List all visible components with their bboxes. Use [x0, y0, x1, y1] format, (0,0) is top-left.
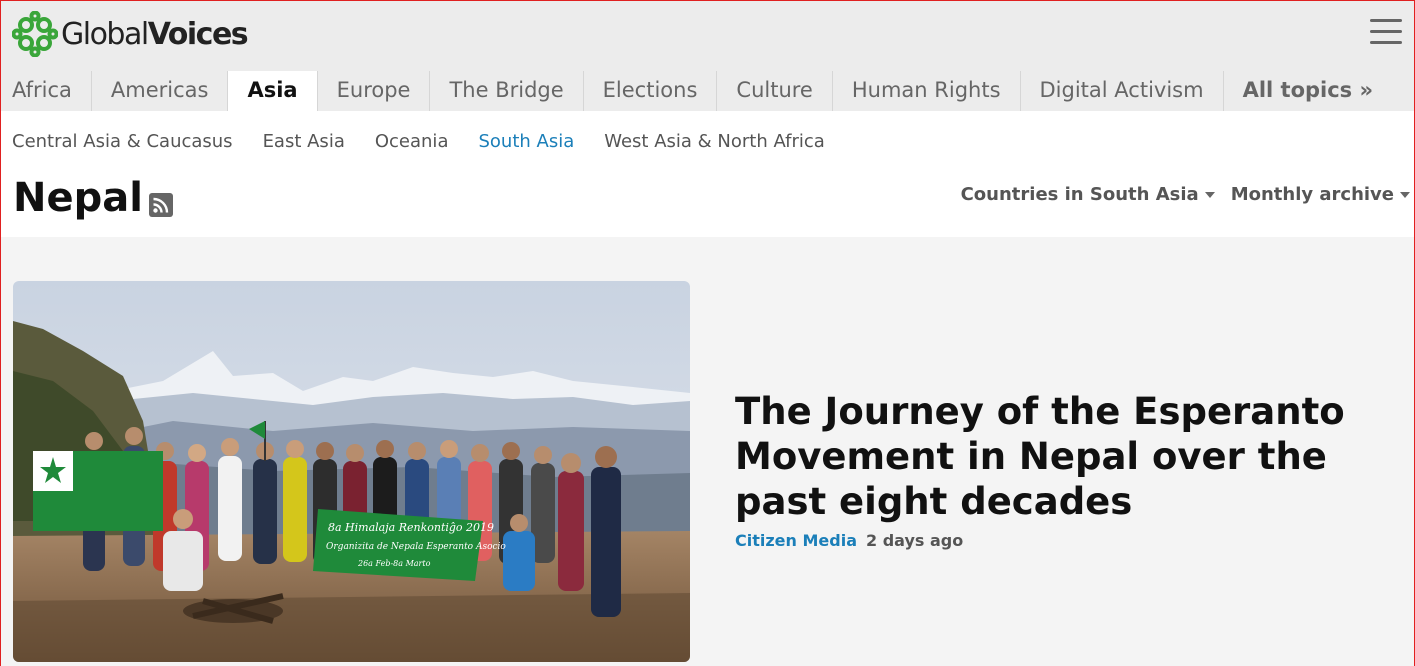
article-meta: Citizen Media 2 days ago	[735, 531, 963, 550]
banner-line-1: 8a Himalaja Renkontiĝo 2019	[328, 521, 494, 534]
monthly-archive-label: Monthly archive	[1230, 184, 1394, 205]
header-dropdowns: Countries in South Asia Monthly archive	[945, 184, 1410, 205]
article-category-link[interactable]: Citizen Media	[735, 531, 857, 550]
countries-dropdown-label: Countries in South Asia	[960, 184, 1199, 205]
nav-item-human-rights[interactable]: Human Rights	[833, 71, 1021, 111]
nav-item-americas[interactable]: Americas	[92, 71, 229, 111]
nav-item-elections[interactable]: Elections	[584, 71, 718, 111]
subnav-item-east-asia[interactable]: East Asia	[263, 131, 345, 171]
logo-knot-icon	[12, 11, 58, 57]
banner-line-3: 26a Feb-8a Marto	[357, 559, 431, 568]
nav-item-the-bridge[interactable]: The Bridge	[430, 71, 584, 111]
top-bar: GlobalVoices	[1, 1, 1414, 71]
logo-text-bold: Voices	[147, 16, 249, 52]
page-title: Nepal	[13, 175, 143, 221]
main-navigation: Africa Americas Asia Europe The Bridge E…	[1, 71, 1414, 111]
group-photo-illustration: 8a Himalaja Renkontiĝo 2019 Organizita d…	[13, 281, 690, 662]
subnav-item-central-asia-caucasus[interactable]: Central Asia & Caucasus	[12, 131, 233, 171]
global-voices-logo[interactable]: GlobalVoices	[12, 11, 249, 57]
article-photo[interactable]: 8a Himalaja Renkontiĝo 2019 Organizita d…	[13, 281, 690, 662]
chevron-down-icon	[1204, 192, 1215, 198]
logo-text: GlobalVoices	[61, 16, 249, 52]
nav-item-digital-activism[interactable]: Digital Activism	[1021, 71, 1224, 111]
page-header: Nepal Countries in South Asia Monthly ar…	[1, 171, 1414, 237]
subnav-item-south-asia[interactable]: South Asia	[478, 131, 574, 171]
sub-navigation: Central Asia & Caucasus East Asia Oceani…	[1, 111, 1414, 171]
nav-item-europe[interactable]: Europe	[318, 71, 431, 111]
countries-dropdown[interactable]: Countries in South Asia	[961, 184, 1215, 205]
subnav-item-oceania[interactable]: Oceania	[375, 131, 449, 171]
banner-line-2: Organizita de Nepala Esperanto Asocio	[326, 542, 506, 552]
nav-item-culture[interactable]: Culture	[717, 71, 833, 111]
esperanto-flag	[33, 451, 163, 531]
nav-item-all-topics[interactable]: All topics »	[1224, 71, 1392, 111]
nav-item-africa[interactable]: Africa	[1, 71, 92, 111]
subnav-item-west-asia-north-africa[interactable]: West Asia & North Africa	[604, 131, 825, 171]
article-headline[interactable]: The Journey of the Esperanto Movement in…	[735, 389, 1395, 524]
monthly-archive-dropdown[interactable]: Monthly archive	[1231, 184, 1410, 205]
nav-item-asia[interactable]: Asia	[228, 71, 318, 111]
featured-article: 8a Himalaja Renkontiĝo 2019 Organizita d…	[1, 237, 1414, 666]
article-timestamp: 2 days ago	[866, 531, 964, 550]
menu-icon[interactable]	[1370, 19, 1402, 47]
chevron-down-icon	[1400, 192, 1410, 198]
logo-text-regular: Global	[61, 16, 149, 52]
rss-icon[interactable]	[149, 193, 173, 217]
